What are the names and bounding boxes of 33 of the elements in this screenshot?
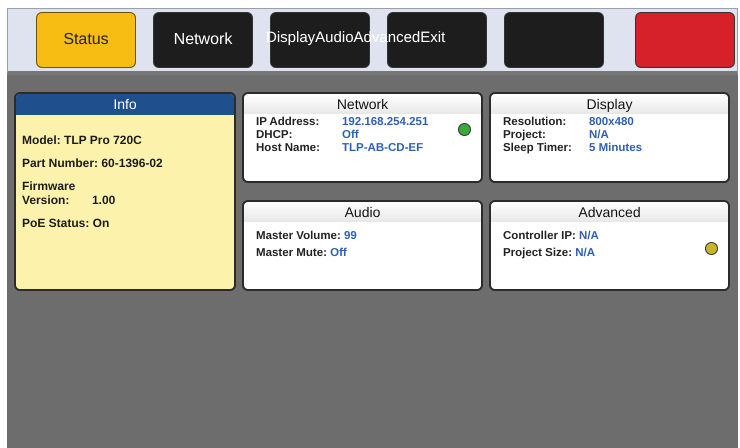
tab[interactable]: Network (153, 12, 253, 68)
info-text: Model: TLP Pro 720C (22, 133, 143, 147)
panel-title: Display (491, 94, 728, 114)
field-label: DHCP: (256, 129, 294, 141)
field-value: Off (330, 247, 347, 259)
panel-title: Info (16, 94, 234, 115)
field-label: Sleep Timer: (503, 142, 573, 154)
field-label: Host Name: (256, 142, 321, 154)
panel-title: Audio (244, 202, 481, 222)
field-value: N/A (575, 247, 596, 259)
field-value: N/A (589, 129, 610, 141)
field-label: Master Volume: (256, 230, 341, 242)
field-label: Master Mute: (256, 247, 327, 259)
field-value: TLP-AB-CD-EF (342, 142, 424, 154)
info-label: Firmware Version: (22, 179, 76, 207)
field-value: 192.168.254.251 (342, 116, 430, 128)
field-label: Project Size: (503, 247, 572, 259)
field-value: N/A (579, 230, 599, 242)
field-label: Controller IP: (503, 230, 576, 242)
field-value: Off (342, 129, 360, 141)
field-value: 5 Minutes (589, 142, 644, 154)
info-text: Part Number: 60-1396-02 (22, 156, 164, 170)
field-value: 99 (344, 230, 357, 242)
exit-button[interactable] (635, 12, 735, 68)
info-text: PoE Status: On (22, 216, 110, 230)
field-value: 800x480 (589, 116, 635, 128)
panel-title: Network (244, 94, 481, 114)
tab[interactable]: Status (36, 12, 136, 68)
field-label: Project: (503, 129, 547, 141)
field-label: IP Address: (256, 116, 320, 128)
field-label: Resolution: (503, 116, 568, 128)
panel-title: Advanced (491, 202, 728, 222)
info-value: 1.00 (92, 193, 116, 207)
